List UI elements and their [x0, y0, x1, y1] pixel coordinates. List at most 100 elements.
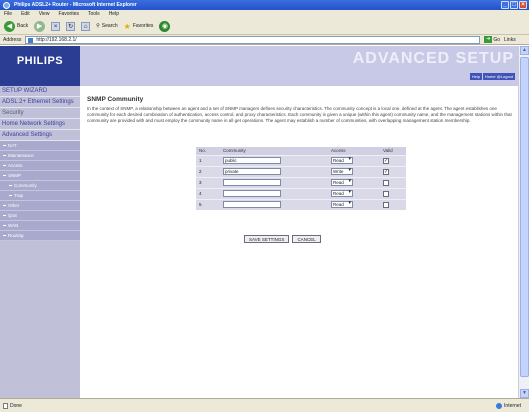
- window-title: Philips ADSL2+ Router - Microsoft Intern…: [14, 2, 137, 8]
- maximize-button[interactable]: □: [510, 1, 518, 9]
- go-label: Go: [493, 36, 501, 43]
- philips-logo: PHILIPS: [0, 46, 80, 86]
- col-access: Access: [328, 147, 380, 155]
- community-table: No. Community Access Valid 1 public Read…: [196, 147, 406, 210]
- window-controls: _ □ ×: [501, 1, 527, 9]
- address-input[interactable]: http://192.168.2.1/: [25, 35, 481, 44]
- access-select[interactable]: Write: [331, 168, 353, 175]
- window-titlebar: Philips ADSL2+ Router - Microsoft Intern…: [0, 0, 529, 10]
- row-no: 2: [196, 165, 220, 177]
- sidebar-item-routing[interactable]: Routing: [0, 231, 80, 241]
- access-select[interactable]: Read: [331, 157, 353, 164]
- sidebar-home-network[interactable]: Home Network Settings: [0, 119, 80, 130]
- table-row: 3 Read: [196, 176, 406, 188]
- row-no: 4: [196, 187, 220, 199]
- save-settings-button[interactable]: SAVE SETTINGS: [244, 235, 290, 243]
- row-no: 3: [196, 176, 220, 188]
- sidebar-item-snmp[interactable]: SNMP: [0, 171, 80, 181]
- row-no: 5: [196, 198, 220, 210]
- access-select[interactable]: Read: [331, 201, 353, 209]
- sidebar-security[interactable]: Security: [0, 108, 80, 119]
- favorites-button[interactable]: ★ Favorites: [124, 22, 154, 31]
- header-links: Help Home @Logout: [469, 73, 515, 80]
- vertical-scrollbar[interactable]: ▲ ▼: [518, 46, 529, 398]
- status-text: Done: [10, 402, 22, 409]
- access-select[interactable]: Read: [331, 179, 353, 186]
- table-row: 4 Read: [196, 187, 406, 199]
- minimize-button[interactable]: _: [501, 1, 509, 9]
- community-name-input[interactable]: [223, 179, 281, 186]
- forward-button[interactable]: ▶: [34, 20, 46, 32]
- sidebar-item-trap[interactable]: Trap: [0, 191, 80, 201]
- valid-checkbox[interactable]: ✓: [383, 168, 389, 175]
- back-label: Back: [17, 23, 29, 29]
- home-icon[interactable]: ⌂: [81, 21, 91, 31]
- valid-checkbox[interactable]: ✓: [383, 157, 389, 164]
- sidebar: SETUP WIZARD ADSL 2+ Ethernet Settings S…: [0, 86, 80, 398]
- stop-icon[interactable]: ×: [51, 21, 61, 31]
- back-arrow-icon: ◀: [4, 20, 15, 32]
- menu-bar: File Edit View Favorites Tools Help: [0, 10, 529, 18]
- menu-help[interactable]: Help: [109, 10, 119, 18]
- menu-file[interactable]: File: [4, 10, 12, 18]
- form-buttons: SAVE SETTINGS CANCEL: [244, 235, 321, 243]
- community-name-input[interactable]: public: [223, 157, 281, 164]
- refresh-icon[interactable]: ↻: [66, 21, 76, 31]
- sidebar-submenu: NAT Maintenance Access SNMP Community Tr…: [0, 141, 80, 241]
- sidebar-item-nat[interactable]: NAT: [0, 141, 80, 151]
- status-bar: Done Internet: [0, 398, 529, 412]
- menu-favorites[interactable]: Favorites: [58, 10, 79, 18]
- sidebar-item-other[interactable]: Other: [0, 201, 80, 211]
- scroll-up-icon[interactable]: ▲: [520, 46, 529, 55]
- go-button[interactable]: ➜ Go: [484, 36, 500, 43]
- links-label[interactable]: Links: [504, 37, 516, 43]
- valid-checkbox[interactable]: [383, 201, 389, 208]
- page-header: PHILIPS ADVANCED SETUP Help Home @Logout: [0, 46, 518, 86]
- help-link[interactable]: Help: [469, 73, 482, 80]
- internet-explorer-icon: [3, 2, 10, 9]
- back-button[interactable]: ◀ Back: [4, 20, 29, 32]
- sidebar-adsl-settings[interactable]: ADSL 2+ Ethernet Settings: [0, 97, 80, 108]
- valid-checkbox[interactable]: [383, 190, 389, 197]
- page-title: SNMP Community: [87, 96, 144, 103]
- sidebar-item-qos[interactable]: QoS: [0, 211, 80, 221]
- community-name-input[interactable]: private: [223, 168, 281, 175]
- home-logout-link[interactable]: Home @Logout: [482, 73, 515, 80]
- security-zone: Internet: [496, 403, 521, 409]
- address-label: Address: [3, 36, 22, 43]
- address-bar: Address http://192.168.2.1/ ➜ Go Links: [0, 35, 529, 45]
- community-name-input[interactable]: [223, 201, 281, 209]
- globe-icon: [496, 403, 503, 409]
- cancel-button[interactable]: CANCEL: [292, 235, 321, 243]
- star-icon: ★: [123, 21, 131, 31]
- sidebar-item-community[interactable]: Community: [0, 181, 80, 191]
- page-description: In the context of SNMP, a relationship b…: [87, 106, 512, 123]
- main-content: SNMP Community In the context of SNMP, a…: [80, 86, 518, 398]
- table-row: 5 Read: [196, 198, 406, 210]
- scroll-thumb[interactable]: [520, 57, 529, 377]
- sidebar-item-maintenance[interactable]: Maintenance: [0, 151, 80, 161]
- row-no: 1: [196, 154, 220, 166]
- sidebar-item-access[interactable]: Access: [0, 161, 80, 171]
- menu-edit[interactable]: Edit: [21, 10, 30, 18]
- community-name-input[interactable]: [223, 190, 281, 197]
- search-button[interactable]: ⚲ Search: [96, 23, 118, 29]
- table-header-row: No. Community Access Valid: [196, 147, 406, 155]
- scroll-down-icon[interactable]: ▼: [520, 389, 529, 398]
- col-community: Community: [220, 147, 328, 155]
- access-select[interactable]: Read: [331, 190, 353, 197]
- menu-view[interactable]: View: [39, 10, 50, 18]
- go-arrow-icon: ➜: [484, 36, 493, 43]
- sidebar-advanced-settings[interactable]: Advanced Settings: [0, 130, 80, 141]
- table-row: 1 public Read ✓: [196, 154, 406, 166]
- media-icon[interactable]: ◉: [159, 20, 171, 32]
- search-label: Search: [101, 23, 118, 29]
- zone-label: Internet: [504, 403, 521, 409]
- favorites-label: Favorites: [132, 23, 154, 29]
- sidebar-setup-wizard[interactable]: SETUP WIZARD: [0, 86, 80, 97]
- menu-tools[interactable]: Tools: [88, 10, 100, 18]
- search-icon: ⚲: [96, 23, 100, 29]
- sidebar-item-wan[interactable]: WAN: [0, 221, 80, 231]
- valid-checkbox[interactable]: [383, 179, 389, 186]
- close-button[interactable]: ×: [519, 1, 527, 9]
